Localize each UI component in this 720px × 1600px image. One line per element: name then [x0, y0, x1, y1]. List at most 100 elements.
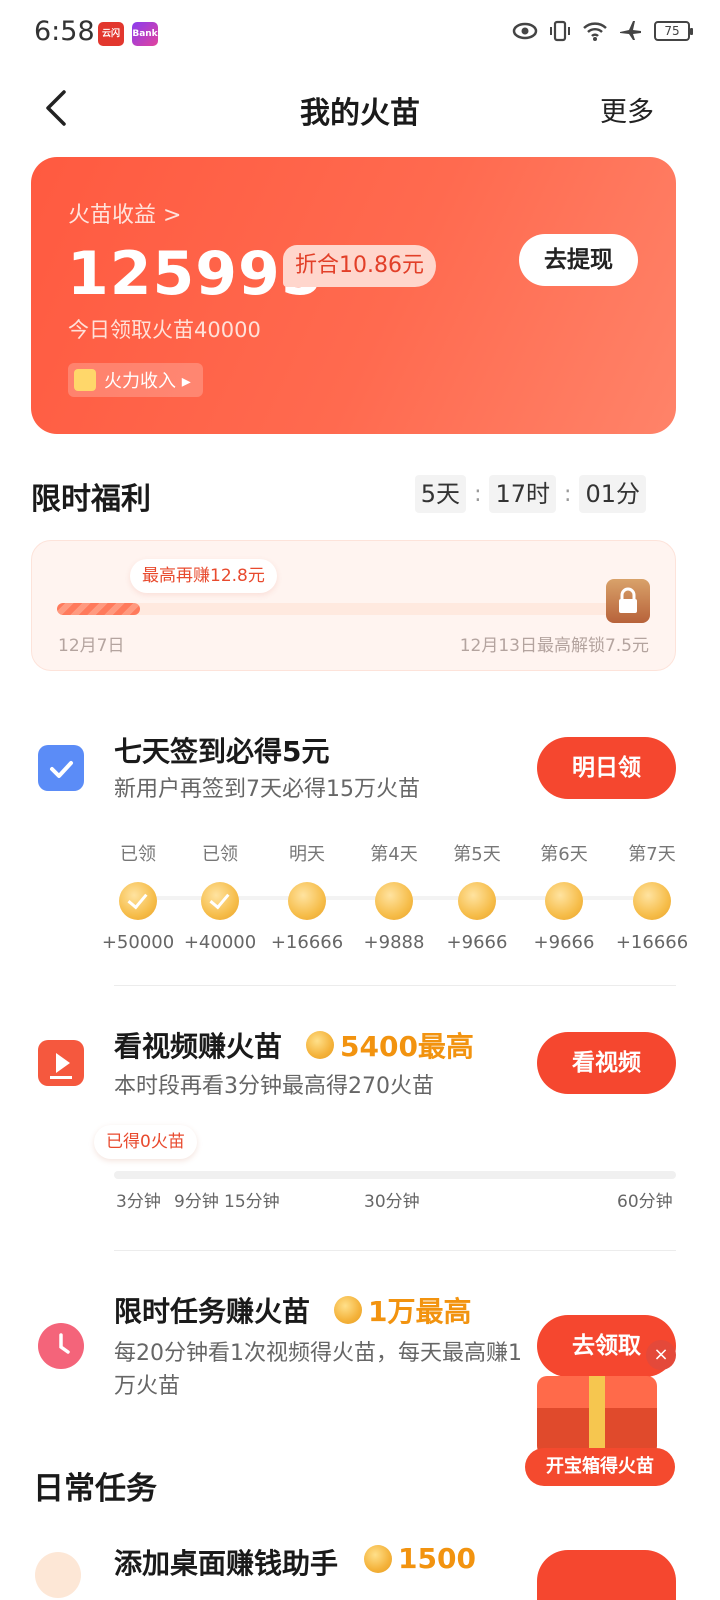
video-reward-label: 5400最高: [340, 1030, 474, 1063]
video-task-desc: 本时段再看3分钟最高得270火苗: [114, 1074, 434, 1099]
status-time: 6:58: [34, 16, 95, 47]
calendar-check-icon: [38, 745, 84, 791]
welfare-title: 限时福利: [31, 482, 151, 517]
limited-task-reward: 1万最高: [334, 1290, 471, 1330]
video-progress-mark: 9分钟: [174, 1192, 219, 1212]
power-income-label: 火力收入 ▸: [104, 371, 191, 392]
signin-task-desc: 新用户再签到7天必得15万火苗: [114, 777, 420, 802]
countdown-timer: 5天 : 17时 : 01分: [414, 475, 646, 513]
countdown-hours: 17时: [489, 475, 557, 513]
assistant-icon: [35, 1552, 81, 1598]
coin-icon: [334, 1296, 362, 1324]
coin-icon: [375, 882, 413, 920]
battery-icon: 75: [654, 21, 693, 41]
video-play-icon: [38, 1040, 84, 1086]
coin-check-icon: [119, 882, 157, 920]
clock-icon: [38, 1323, 84, 1369]
earnings-link[interactable]: 火苗收益 >: [68, 197, 181, 229]
signin-day: 已领 +50000: [98, 843, 178, 953]
signin-day-label: 已领: [120, 844, 156, 865]
coin-icon: [458, 882, 496, 920]
signin-day-value: +9666: [533, 932, 595, 953]
today-received: 今日领取火苗40000: [68, 318, 261, 342]
signin-day-label: 第5天: [453, 844, 501, 865]
welfare-tip-bubble: 最高再赚12.8元: [130, 559, 277, 593]
signin-day-label: 第7天: [628, 844, 676, 865]
signin-day-label: 第4天: [370, 844, 418, 865]
unionpay-app-icon: 云闪付: [98, 22, 124, 63]
divider: [114, 985, 676, 986]
coin-icon: [288, 882, 326, 920]
coin-icon: [633, 882, 671, 920]
welfare-progress-track: [57, 603, 612, 615]
video-earned-tip: 已得0火苗: [94, 1125, 197, 1159]
daily-tasks-title: 日常任务: [33, 1471, 157, 1507]
daily-task-reward: 1500: [364, 1542, 476, 1575]
welfare-end-info: 12月13日最高解锁7.5元: [459, 636, 649, 656]
signin-day-label: 明天: [289, 844, 325, 865]
welfare-progress-fill: [57, 603, 141, 615]
signin-day-value: +40000: [183, 932, 257, 953]
coin-check-icon: [201, 882, 239, 920]
coin-icon: [545, 882, 583, 920]
signin-day-value: +9888: [363, 932, 425, 953]
open-chest-button[interactable]: 开宝箱得火苗: [525, 1448, 675, 1486]
signin-day: 第6天 +9666: [524, 843, 604, 953]
coin-icon: [364, 1544, 392, 1573]
airplane-icon: [620, 21, 641, 40]
gift-lock-icon: [606, 579, 650, 623]
signin-task-title: 七天签到必得5元: [114, 735, 330, 768]
countdown-separator: :: [474, 481, 482, 507]
countdown-separator: :: [564, 481, 572, 507]
converted-amount-badge: 折合10.86元: [283, 245, 436, 287]
signin-day-label: 第6天: [540, 844, 588, 865]
signin-days-row: 已领 +50000 已领 +40000 明天 +16666 第4天 +9888 …: [98, 843, 698, 953]
video-progress-mark: 60分钟: [617, 1192, 673, 1212]
daily-task-button[interactable]: [537, 1550, 676, 1600]
status-bar: 6:58 云闪付 Bank 75: [0, 0, 720, 64]
signin-day: 第5天 +9666: [437, 843, 517, 953]
bank-app-icon: Bank: [132, 22, 158, 46]
video-task-reward: 5400最高: [306, 1025, 474, 1065]
video-task-title: 看视频赚火苗: [114, 1030, 283, 1063]
signin-day-value: +16666: [270, 932, 344, 953]
video-progress-mark: 30分钟: [364, 1192, 420, 1212]
limited-task-desc: 每20分钟看1次视频得火苗，每天最高赚1万火苗: [114, 1341, 522, 1399]
vibrate-icon: [550, 20, 570, 42]
welfare-progress-card[interactable]: 最高再赚12.8元 12月7日 12月13日最高解锁7.5元: [31, 540, 676, 671]
signin-day-value: +50000: [101, 932, 175, 953]
treasure-chest-icon[interactable]: [537, 1376, 657, 1456]
close-icon[interactable]: ×: [646, 1340, 676, 1370]
signin-claim-button[interactable]: 明日领: [537, 737, 676, 799]
eye-icon: [512, 22, 538, 40]
limited-reward-label: 1万最高: [368, 1295, 472, 1328]
limited-task-title: 限时任务赚火苗: [114, 1295, 311, 1328]
signin-day: 明天 +16666: [267, 843, 347, 953]
chest-band: [589, 1376, 605, 1456]
nav-bar: 我的火苗 更多: [0, 72, 720, 144]
earnings-card: 火苗收益 > 125995 折合10.86元 去提现 今日领取火苗40000 火…: [31, 157, 676, 434]
wallet-icon: [74, 369, 96, 391]
video-progress-track: [114, 1171, 676, 1179]
signin-day: 第4天 +9888: [354, 843, 434, 953]
welfare-start-date: 12月7日: [58, 636, 125, 656]
countdown-days: 5天: [414, 475, 467, 513]
status-icons: 75: [512, 18, 693, 44]
withdraw-button[interactable]: 去提现: [519, 234, 638, 286]
video-progress-mark: 15分钟: [224, 1192, 280, 1212]
signin-day-value: +9666: [446, 932, 508, 953]
daily-reward-label: 1500: [398, 1542, 476, 1575]
video-progress-mark: 3分钟: [116, 1192, 161, 1212]
power-income-link[interactable]: 火力收入 ▸: [68, 363, 203, 397]
signin-day: 第7天 +16666: [612, 843, 692, 953]
wifi-icon: [583, 22, 607, 41]
signin-day: 已领 +40000: [180, 843, 260, 953]
divider: [114, 1250, 676, 1251]
countdown-minutes: 01分: [579, 475, 646, 513]
daily-task-title: 添加桌面赚钱助手: [114, 1547, 339, 1580]
signin-day-label: 已领: [202, 844, 238, 865]
watch-video-button[interactable]: 看视频: [537, 1032, 676, 1094]
more-button[interactable]: 更多: [600, 90, 654, 129]
coin-icon: [306, 1031, 334, 1059]
signin-day-value: +16666: [615, 932, 689, 953]
